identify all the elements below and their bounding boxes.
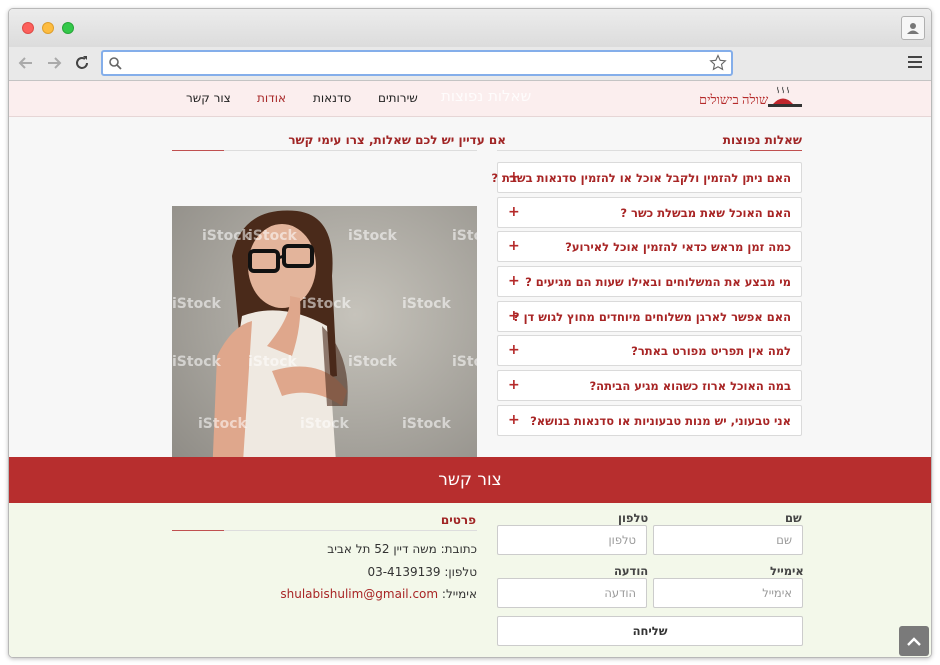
search-icon bbox=[109, 57, 122, 70]
address-text: כתובת: משה דיין 52 תל אביב bbox=[327, 542, 477, 556]
page-hero-title: שאלות נפוצות bbox=[441, 87, 532, 105]
browser-menu-button[interactable] bbox=[908, 56, 922, 71]
questions-title-underline bbox=[172, 150, 477, 151]
watermark-text: iStock bbox=[302, 296, 351, 312]
watermark-text: iStock bbox=[300, 416, 349, 432]
watermark-text: iStock bbox=[452, 354, 477, 370]
web-page: שולה בישולים שאלות נפוצות צור קשר אודות … bbox=[9, 81, 931, 657]
bookmark-star-icon[interactable] bbox=[709, 54, 727, 72]
minimize-window-button[interactable] bbox=[42, 22, 54, 34]
user-icon bbox=[907, 23, 919, 34]
browser-toolbar bbox=[9, 47, 931, 81]
close-window-button[interactable] bbox=[22, 22, 34, 34]
email-line: אימייל: shulabishulim@gmail.com bbox=[280, 587, 477, 601]
reload-button[interactable] bbox=[71, 52, 93, 74]
forward-arrow-icon bbox=[48, 57, 62, 69]
email-link[interactable]: shulabishulim@gmail.com bbox=[280, 587, 438, 601]
faq-section: שאלות נפוצות + האם ניתן להזמין ולקבל אוכל… bbox=[9, 117, 931, 478]
faq-question: למה אין תפריט מפורט באתר? bbox=[631, 344, 791, 358]
faq-question: אני טבעוני, יש מנות טבעוניות או סדנאות ב… bbox=[530, 414, 791, 428]
name-field[interactable]: שם bbox=[653, 525, 803, 555]
details-title: פרטים bbox=[440, 513, 476, 527]
watermark-text: iStock bbox=[248, 354, 297, 370]
faq-question: האם אפשר לארגן משלוחים מיוחדים מחוץ לגוש… bbox=[512, 310, 791, 324]
watermark-text: iStock bbox=[198, 416, 247, 432]
email-prefix: אימייל: bbox=[441, 587, 477, 601]
contact-section: שם שם טלפון טלפון אימייל אימייל הודעה הו… bbox=[9, 503, 931, 657]
site-header: שולה בישולים שאלות נפוצות צור קשר אודות … bbox=[9, 81, 931, 117]
nav-item-services[interactable]: שירותים bbox=[378, 91, 418, 105]
browser-window: שולה בישולים שאלות נפוצות צור קשר אודות … bbox=[8, 8, 932, 658]
watermark-text: iStock bbox=[348, 228, 397, 244]
contact-banner: צור קשר bbox=[9, 457, 931, 503]
nav-item-workshops[interactable]: סדנאות bbox=[313, 91, 351, 105]
message-label: הודעה bbox=[614, 564, 649, 578]
back-arrow-icon bbox=[18, 57, 32, 69]
plus-icon: + bbox=[508, 412, 520, 428]
phone-text: טלפון: 03-4139139 bbox=[367, 565, 477, 579]
faq-item[interactable]: + האם האוכל שאת מבשלת כשר ? bbox=[497, 197, 802, 228]
faq-question: האם ניתן להזמין ולקבל אוכל או להזמין סדנ… bbox=[491, 171, 791, 185]
faq-question: כמה זמן מראש כדאי להזמין אוכל לאירוע? bbox=[565, 240, 791, 254]
address-bar[interactable] bbox=[101, 50, 733, 76]
plus-icon: + bbox=[508, 273, 520, 289]
logo-text[interactable]: שולה בישולים bbox=[699, 92, 768, 108]
scroll-to-top-button[interactable] bbox=[899, 626, 929, 656]
questions-title: אם עדיין יש לכם שאלות, צרו עימי קשר bbox=[288, 133, 506, 147]
title-bar bbox=[9, 9, 931, 47]
watermark-text: iStock bbox=[402, 296, 451, 312]
plus-icon: + bbox=[508, 204, 520, 220]
plus-icon: + bbox=[508, 342, 520, 358]
chevron-up-icon bbox=[907, 637, 921, 646]
thinking-woman-photo: iStock iStock iStock iStock iStock iStoc… bbox=[172, 206, 477, 478]
food-tray-logo-icon[interactable] bbox=[766, 85, 802, 111]
plus-icon: + bbox=[508, 377, 520, 393]
faq-item[interactable]: + האם אפשר לארגן משלוחים מיוחדים מחוץ לגו… bbox=[497, 301, 802, 332]
nav-item-about[interactable]: אודות bbox=[257, 91, 286, 105]
profile-button[interactable] bbox=[901, 16, 925, 40]
watermark-text: iStock bbox=[172, 354, 221, 370]
forward-button[interactable] bbox=[43, 52, 65, 74]
faq-item[interactable]: + למה אין תפריט מפורט באתר? bbox=[497, 335, 802, 366]
photo-illustration bbox=[172, 206, 477, 478]
faq-title: שאלות נפוצות bbox=[722, 133, 802, 147]
details-title-underline bbox=[172, 530, 477, 531]
phone-field[interactable]: טלפון bbox=[497, 525, 647, 555]
email-field[interactable]: אימייל bbox=[653, 578, 803, 608]
name-label: שם bbox=[785, 511, 802, 525]
watermark-text: iStock bbox=[402, 416, 451, 432]
watermark-text: iStock bbox=[348, 354, 397, 370]
faq-item[interactable]: + אני טבעוני, יש מנות טבעוניות או סדנאות … bbox=[497, 405, 802, 436]
watermark-text: iStock bbox=[202, 228, 251, 244]
faq-item[interactable]: + מי מבצע את המשלוחים ובאילו שעות הם מגיע… bbox=[497, 266, 802, 297]
faq-question: האם האוכל שאת מבשלת כשר ? bbox=[620, 206, 791, 220]
phone-label: טלפון bbox=[618, 511, 649, 525]
reload-icon bbox=[76, 56, 88, 69]
maximize-window-button[interactable] bbox=[62, 22, 74, 34]
faq-item[interactable]: + כמה זמן מראש כדאי להזמין אוכל לאירוע? bbox=[497, 231, 802, 262]
message-field[interactable]: הודעה bbox=[497, 578, 647, 608]
faq-title-underline bbox=[497, 150, 802, 151]
nav-item-contact[interactable]: צור קשר bbox=[186, 91, 231, 105]
faq-item[interactable]: + במה האוכל ארוז כשהוא מגיע הביתה? bbox=[497, 370, 802, 401]
send-button[interactable]: שליחה bbox=[497, 616, 803, 646]
plus-icon: + bbox=[508, 238, 520, 254]
faq-item[interactable]: + האם ניתן להזמין ולקבל אוכל או להזמין סד… bbox=[491, 162, 802, 193]
watermark-text: iStock bbox=[248, 228, 297, 244]
email-label: אימייל bbox=[770, 564, 804, 578]
watermark-text: iStock bbox=[452, 228, 477, 244]
watermark-text: iStock bbox=[172, 296, 221, 312]
back-button[interactable] bbox=[15, 52, 37, 74]
faq-question: במה האוכל ארוז כשהוא מגיע הביתה? bbox=[589, 379, 791, 393]
faq-question: מי מבצע את המשלוחים ובאילו שעות הם מגיעי… bbox=[525, 275, 791, 289]
